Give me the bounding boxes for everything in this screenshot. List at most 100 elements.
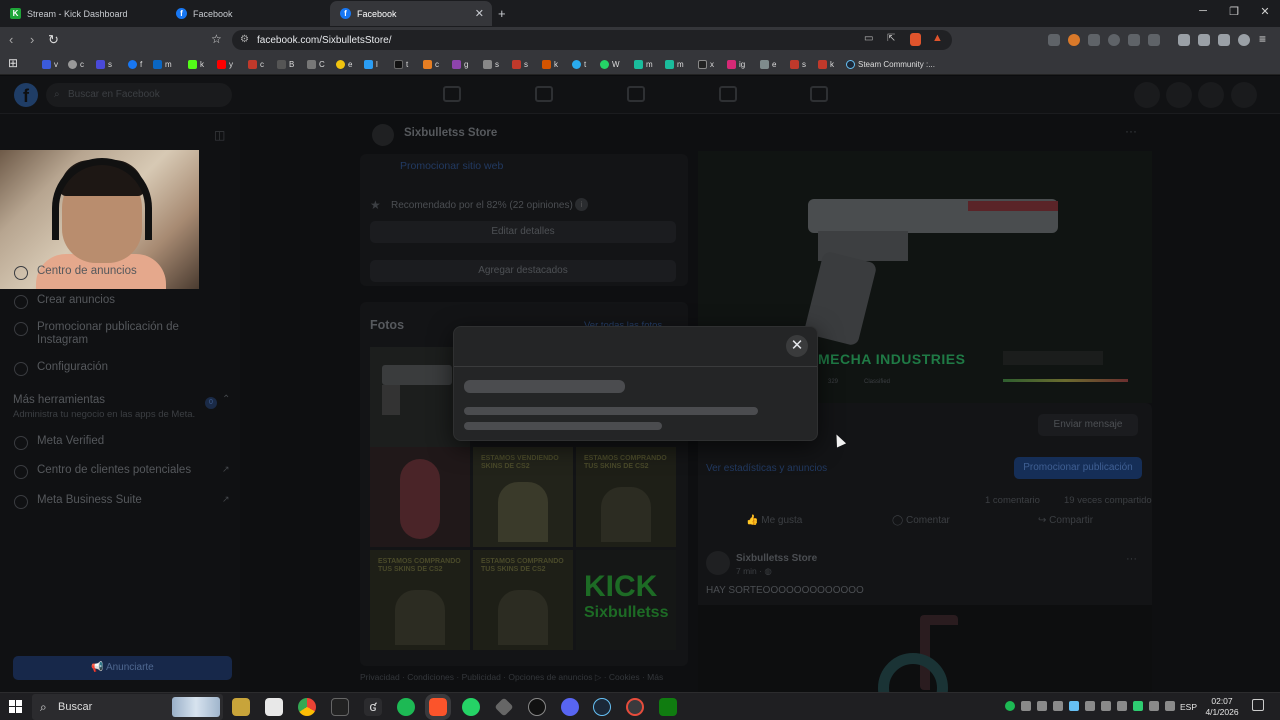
steam-tray-icon[interactable]	[1069, 701, 1079, 711]
facebook-logo-icon[interactable]: f	[14, 83, 38, 107]
facebook-search-input[interactable]: ⌕ Buscar en Facebook	[46, 83, 232, 107]
bookmark-item[interactable]: f	[128, 58, 142, 70]
promote-post-button[interactable]: Promocionar publicación	[1014, 457, 1142, 479]
chrome-icon[interactable]	[298, 698, 316, 716]
app-icon[interactable]	[626, 698, 644, 716]
post-options-icon[interactable]: ···	[1126, 553, 1137, 565]
messenger-icon[interactable]	[1166, 82, 1192, 108]
extension-icon[interactable]	[1048, 34, 1060, 46]
menu-icon[interactable]: ≡	[1259, 32, 1266, 46]
home-icon[interactable]	[443, 86, 461, 102]
post-author-avatar[interactable]	[706, 551, 730, 575]
tab-facebook-active[interactable]: f Facebook ✕	[330, 1, 492, 26]
bookmark-item[interactable]: y	[217, 58, 233, 70]
sidebar-item-leads-center[interactable]: Centro de clientes potenciales ↗	[14, 464, 234, 479]
menu-grid-icon[interactable]	[1134, 82, 1160, 108]
tray-icon[interactable]	[1133, 701, 1143, 711]
file-explorer-icon[interactable]	[232, 698, 250, 716]
promote-site-link[interactable]: Promocionar sitio web	[400, 160, 503, 172]
share-button[interactable]: ↪ Compartir	[1038, 515, 1093, 526]
leo-ai-icon[interactable]	[1218, 34, 1230, 46]
brave-rewards-icon[interactable]: ▲	[932, 32, 943, 44]
forward-icon[interactable]: ›	[30, 32, 34, 47]
bookmark-item[interactable]: t	[394, 58, 408, 70]
photo-thumbnail[interactable]: ESTAMOS COMPRANDO TUS SKINS DE CS2	[576, 447, 676, 547]
close-tab-icon[interactable]: ✕	[475, 7, 484, 20]
minimize-icon[interactable]: ─	[1188, 5, 1218, 17]
address-bar[interactable]: ⚙ facebook.com/SixbulletsStore/ ▭ ⇱ ▲	[232, 30, 952, 50]
bookmark-item[interactable]: s	[483, 58, 499, 70]
back-icon[interactable]: ‹	[9, 32, 13, 47]
post-image[interactable]	[698, 605, 1152, 692]
obs-icon[interactable]	[528, 698, 546, 716]
extensions-puzzle-icon[interactable]	[1128, 34, 1140, 46]
sidebar-item-create-ads[interactable]: Crear anuncios	[14, 294, 115, 309]
app-icon[interactable]	[494, 697, 514, 717]
xbox-icon[interactable]	[659, 698, 677, 716]
avatar[interactable]	[1231, 82, 1257, 108]
footer-links[interactable]: Privacidad · Condiciones · Publicidad · …	[360, 672, 690, 683]
add-featured-button[interactable]: Agregar destacados	[370, 260, 676, 282]
bookmark-item[interactable]: ig	[727, 58, 745, 70]
store-icon[interactable]	[265, 698, 283, 716]
insights-icon[interactable]	[627, 86, 645, 102]
volume-icon[interactable]	[1165, 701, 1175, 711]
microphone-icon[interactable]	[1053, 701, 1063, 711]
extension-icon[interactable]	[1068, 34, 1080, 46]
more-options-icon[interactable]: ···	[1125, 124, 1137, 138]
collapse-sidebar-icon[interactable]: ◫	[214, 128, 225, 142]
megaphone-icon[interactable]	[719, 86, 737, 102]
reload-icon[interactable]: ↻	[48, 32, 59, 48]
extension-icon[interactable]	[1148, 34, 1160, 46]
sidebar-item-ads-center[interactable]: Centro de anuncios	[14, 265, 137, 280]
edit-details-button[interactable]: Editar detalles	[370, 221, 676, 243]
post-author[interactable]: Sixbulletss Store	[736, 553, 817, 564]
bookmark-item[interactable]: C	[307, 58, 325, 70]
discord-icon[interactable]	[561, 698, 579, 716]
tray-icon[interactable]	[1101, 701, 1111, 711]
tray-icon[interactable]	[1021, 701, 1031, 711]
whatsapp-icon[interactable]	[462, 698, 480, 716]
sidebar-item-business-suite[interactable]: Meta Business Suite ↗	[14, 494, 234, 509]
advertise-button[interactable]: 📢 Anunciarte	[13, 656, 232, 680]
bookmark-item[interactable]: W	[600, 58, 620, 70]
bookmark-item[interactable]: c	[248, 58, 264, 70]
bookmark-item[interactable]: t	[572, 58, 586, 70]
photo-thumbnail[interactable]: ESTAMOS COMPRANDO TUS SKINS DE CS2	[473, 550, 573, 650]
wallet-icon[interactable]	[1198, 34, 1210, 46]
bookmark-item[interactable]: e	[336, 58, 352, 70]
sidebar-toggle-icon[interactable]	[1178, 34, 1190, 46]
spotify-icon[interactable]	[397, 698, 415, 716]
close-icon[interactable]: ✕	[786, 335, 808, 357]
bookmark-item[interactable]: s	[96, 58, 112, 70]
brave-icon[interactable]	[425, 694, 451, 720]
spotify-tray-icon[interactable]	[1005, 701, 1015, 711]
bookmark-item[interactable]: c	[423, 58, 439, 70]
usb-icon[interactable]	[1117, 701, 1127, 711]
bookmark-item[interactable]: m	[634, 58, 653, 70]
vpn-icon[interactable]	[1238, 34, 1250, 46]
extension-icon[interactable]	[1088, 34, 1100, 46]
page-name[interactable]: Sixbulletss Store	[404, 127, 497, 139]
send-message-button[interactable]: Enviar mensaje	[1038, 414, 1138, 436]
tab-facebook[interactable]: f Facebook	[166, 1, 331, 26]
cast-icon[interactable]: ▭	[864, 33, 873, 44]
tray-icon[interactable]	[1037, 701, 1047, 711]
bookmark-item[interactable]: s	[790, 58, 806, 70]
extension-icon[interactable]	[1108, 34, 1120, 46]
photo-thumbnail[interactable]: ESTAMOS COMPRANDO TUS SKINS DE CS2	[370, 550, 470, 650]
bookmark-star-icon[interactable]: ☆	[211, 32, 222, 46]
bookmark-item[interactable]: k	[188, 58, 204, 70]
apps-grid-icon[interactable]: ⊞	[8, 56, 18, 70]
bookmark-item[interactable]: g	[452, 58, 468, 70]
network-icon[interactable]	[1149, 701, 1159, 711]
taskbar-search[interactable]: ⌕ Buscar	[32, 694, 223, 720]
notifications-icon[interactable]	[1198, 82, 1224, 108]
system-clock[interactable]: 02:07 4/1/2026	[1202, 696, 1242, 718]
discord-tray-icon[interactable]	[1085, 701, 1095, 711]
photo-thumbnail[interactable]	[370, 447, 470, 547]
comment-button[interactable]: ◯ Comentar	[892, 515, 950, 526]
photo-thumbnail-kick[interactable]: KICK Sixbulletss	[576, 550, 676, 650]
close-window-icon[interactable]: ✕	[1250, 5, 1280, 18]
tab-kick-dashboard[interactable]: K Stream - Kick Dashboard	[0, 1, 165, 26]
